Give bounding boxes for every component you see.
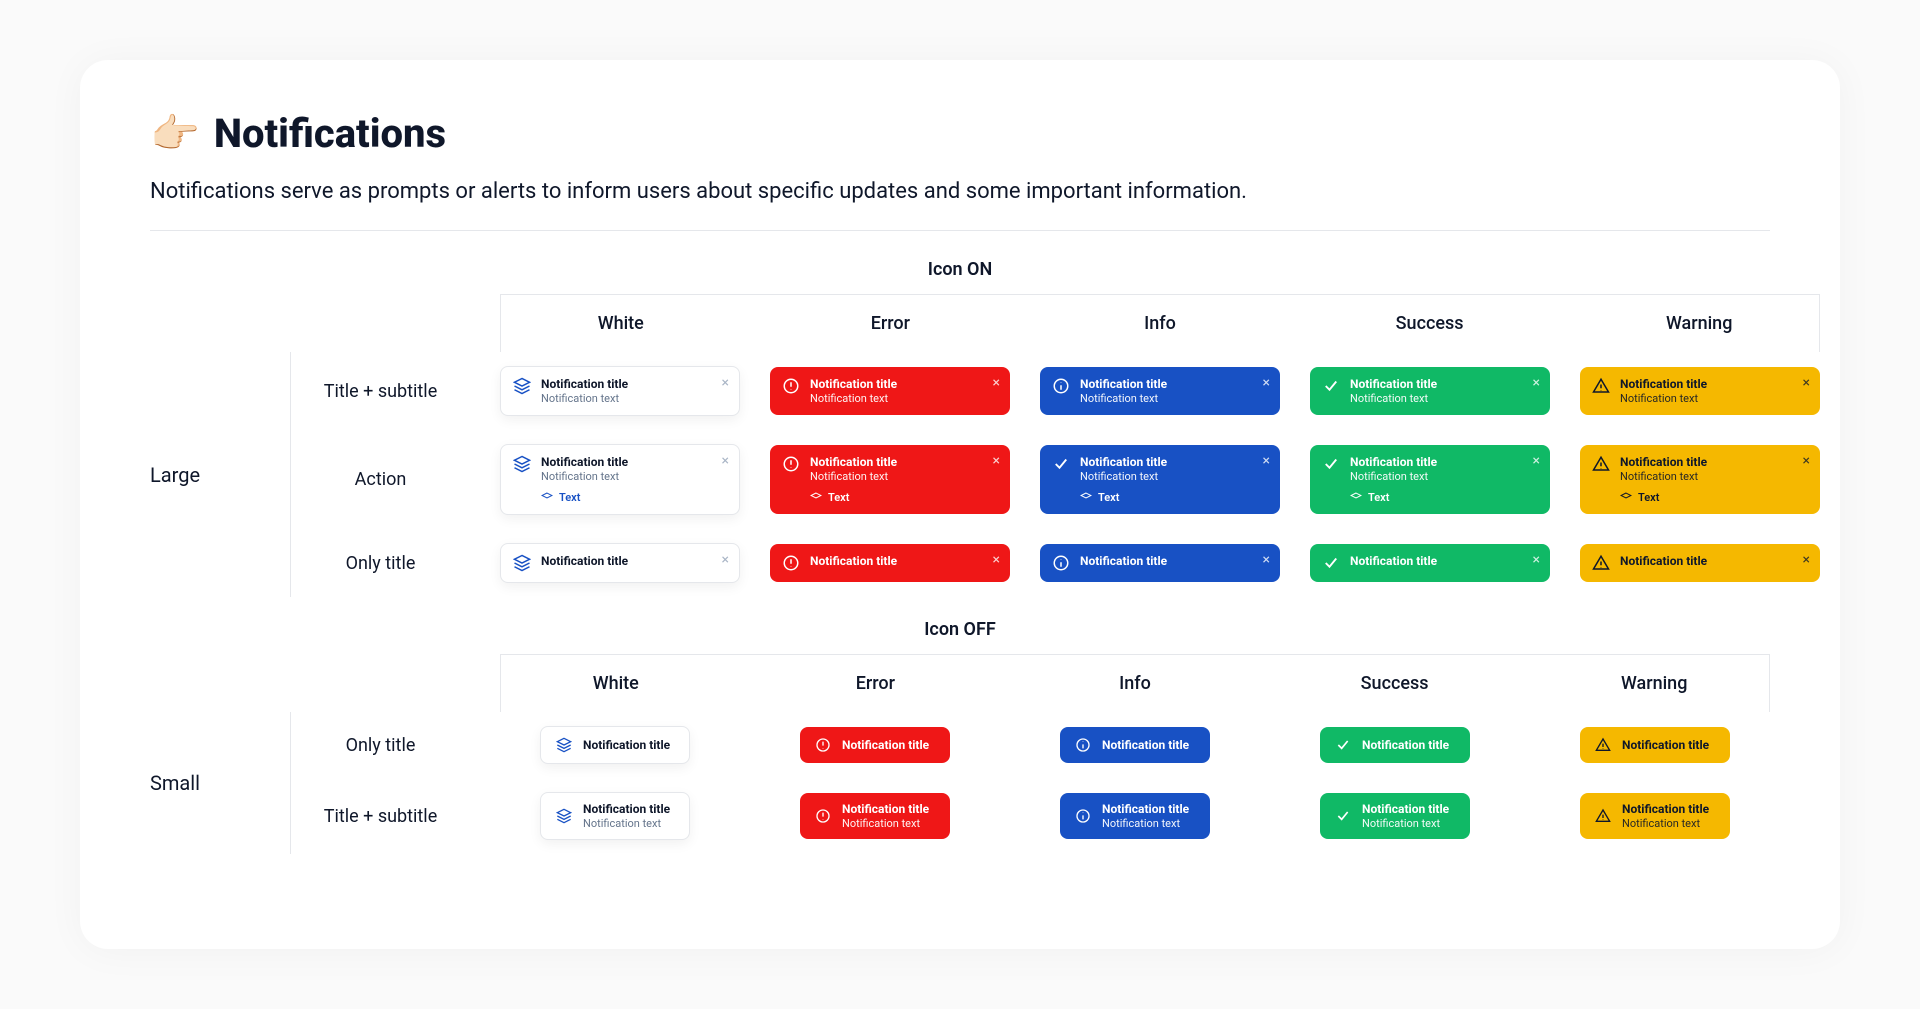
action-button[interactable]: Text [1350,491,1538,504]
notif-small-info-only-title: Notification title [1060,727,1210,763]
check-icon [1052,455,1070,473]
check-icon [1334,736,1352,754]
col-white: White [501,655,731,712]
col-error: Error [771,295,1011,352]
notif-white-action: Notification titleNotification text Text… [500,444,740,515]
action-button[interactable]: Text [541,491,727,504]
col-warning: Warning [1539,655,1769,712]
notif-error-only-title: Notification title × [770,544,1010,582]
section-icon-on: Icon ON [150,259,1770,280]
check-icon [1322,554,1340,572]
close-icon[interactable]: × [1263,375,1270,391]
row-only-title-label: Only title [290,712,470,778]
notif-success-only-title: Notification title × [1310,544,1550,582]
notif-warning-title-subtitle: Notification titleNotification text × [1580,367,1820,415]
grid-icon-off: White Error Info Success Warning Small O… [150,654,1770,854]
alert-triangle-icon [1594,736,1612,754]
col-success: Success [1310,295,1550,352]
close-icon[interactable]: × [1533,453,1540,469]
size-small-label: Small [150,712,260,854]
alert-circle-icon [782,455,800,473]
alert-circle-icon [814,736,832,754]
column-headers-off: White Error Info Success Warning [500,654,1770,712]
row-title-subtitle-label: Title + subtitle [290,778,470,854]
close-icon[interactable]: × [993,552,1000,568]
notif-small-white-title-subtitle: Notification titleNotification text [540,792,690,840]
notif-white-only-title: Notification title × [500,543,740,583]
alert-triangle-icon [1592,554,1610,572]
check-icon [1334,807,1352,825]
notif-warning-action: Notification titleNotification text Text… [1580,445,1820,514]
page-title-text: Notifications [214,110,446,157]
notif-small-warning-only-title: Notification title [1580,727,1730,763]
layers-icon [513,455,531,473]
action-button[interactable]: Text [1080,491,1268,504]
notif-small-white-only-title: Notification title [540,726,690,764]
close-icon[interactable]: × [722,375,729,391]
doc-card: 👉🏻 Notifications Notifications serve as … [80,60,1840,949]
close-icon[interactable]: × [722,552,729,568]
notif-small-success-title-subtitle: Notification titleNotification text [1320,793,1470,839]
col-error: Error [761,655,991,712]
close-icon[interactable]: × [1263,453,1270,469]
close-icon[interactable]: × [1533,375,1540,391]
action-button[interactable]: Text [1620,491,1808,504]
row-title-subtitle-label: Title + subtitle [290,352,470,430]
grid-icon-on: White Error Info Success Warning Large T… [150,294,1770,597]
notif-white-title-subtitle: Notification titleNotification text × [500,366,740,416]
notif-info-only-title: Notification title × [1040,544,1280,582]
check-icon [1322,455,1340,473]
info-circle-icon [1074,736,1092,754]
column-headers: White Error Info Success Warning [500,294,1820,352]
alert-circle-icon [782,377,800,395]
close-icon[interactable]: × [1803,453,1810,469]
close-icon[interactable]: × [993,375,1000,391]
notif-small-info-title-subtitle: Notification titleNotification text [1060,793,1210,839]
layers-icon [513,554,531,572]
divider [150,230,1770,231]
action-button[interactable]: Text [810,491,998,504]
layers-icon [555,736,573,754]
notif-error-action: Notification titleNotification text Text… [770,445,1010,514]
col-white: White [501,295,741,352]
close-icon[interactable]: × [1803,552,1810,568]
col-success: Success [1280,655,1510,712]
close-icon[interactable]: × [1533,552,1540,568]
notif-error-title-subtitle: Notification titleNotification text × [770,367,1010,415]
notif-success-title-subtitle: Notification titleNotification text × [1310,367,1550,415]
alert-triangle-icon [1592,455,1610,473]
notif-small-error-title-subtitle: Notification titleNotification text [800,793,950,839]
page-description: Notifications serve as prompts or alerts… [150,179,1770,204]
close-icon[interactable]: × [1263,552,1270,568]
pointing-hand-icon: 👉🏻 [150,110,200,157]
info-circle-icon [1052,554,1070,572]
layers-icon [555,807,573,825]
close-icon[interactable]: × [722,453,729,469]
col-warning: Warning [1579,295,1819,352]
alert-triangle-icon [1592,377,1610,395]
notif-small-warning-title-subtitle: Notification titleNotification text [1580,793,1730,839]
col-info: Info [1040,295,1280,352]
size-large-label: Large [150,352,260,597]
alert-triangle-icon [1594,807,1612,825]
notif-small-success-only-title: Notification title [1320,727,1470,763]
close-icon[interactable]: × [993,453,1000,469]
notif-warning-only-title: Notification title × [1580,544,1820,582]
section-icon-off: Icon OFF [150,619,1770,640]
notif-info-title-subtitle: Notification titleNotification text × [1040,367,1280,415]
alert-circle-icon [782,554,800,572]
notif-small-error-only-title: Notification title [800,727,950,763]
row-only-title-label: Only title [290,529,470,597]
page-title: 👉🏻 Notifications [150,110,1770,157]
notif-success-action: Notification titleNotification text Text… [1310,445,1550,514]
info-circle-icon [1052,377,1070,395]
layers-icon [513,377,531,395]
row-action-label: Action [290,430,470,529]
check-icon [1322,377,1340,395]
notif-info-action: Notification titleNotification text Text… [1040,445,1280,514]
alert-circle-icon [814,807,832,825]
info-circle-icon [1074,807,1092,825]
close-icon[interactable]: × [1803,375,1810,391]
col-info: Info [1020,655,1250,712]
